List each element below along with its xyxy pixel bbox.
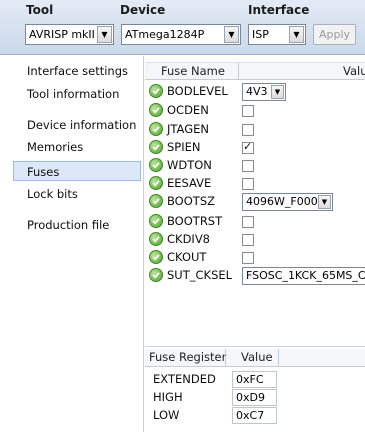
bodlevel-select[interactable]: 4V3 ▼	[242, 83, 286, 101]
fuse-name: BOOTRST	[167, 214, 223, 228]
tool-select-value: AVRISP mkII	[29, 28, 95, 41]
fuse-row-sut-cksel: SUT_CKSEL FSOSC_1KCK_65MS_CR	[145, 267, 365, 285]
sut-cksel-value: FSOSC_1KCK_65MS_CR	[246, 269, 365, 282]
sidebar-item-memories[interactable]: Memories	[0, 137, 141, 157]
fuse-name: JTAGEN	[167, 122, 209, 136]
ckdiv8-checkbox[interactable]	[242, 234, 254, 246]
check-ok-icon	[149, 84, 163, 98]
check-ok-icon	[149, 158, 163, 172]
fuse-name: BODLEVEL	[167, 84, 228, 98]
sidebar: Interface settings Tool information Devi…	[0, 56, 144, 432]
fuse-row-jtagen: JTAGEN	[145, 121, 365, 139]
fuse-register-table: Fuse Register Value EXTENDED 0xFC HIGH 0…	[145, 346, 365, 432]
register-row-low: LOW 0xC7	[145, 407, 365, 424]
interface-select[interactable]: ISP ▼	[248, 24, 306, 45]
chevron-down-icon[interactable]: ▼	[97, 26, 112, 43]
register-row-extended: EXTENDED 0xFC	[145, 371, 365, 388]
tool-label: Tool	[26, 3, 54, 17]
fuse-name: CKOUT	[167, 250, 207, 264]
chevron-down-icon[interactable]: ▼	[224, 26, 239, 43]
check-ok-icon	[149, 214, 163, 228]
fuse-row-bootsz: BOOTSZ 4096W_F000 ▼	[145, 193, 365, 211]
check-ok-icon	[149, 250, 163, 264]
fuse-row-ckout: CKOUT	[145, 249, 365, 267]
chevron-down-icon[interactable]: ▼	[271, 85, 284, 99]
check-ok-icon	[149, 232, 163, 246]
jtagen-checkbox[interactable]	[242, 124, 254, 136]
bootsz-value: 4096W_F000	[246, 195, 318, 208]
fuse-name: SPIEN	[167, 140, 201, 154]
check-ok-icon	[149, 176, 163, 190]
sut-cksel-select[interactable]: FSOSC_1KCK_65MS_CR	[242, 267, 365, 285]
fuse-name: BOOTSZ	[167, 194, 215, 208]
fuse-row-bodlevel: BODLEVEL 4V3 ▼	[145, 83, 365, 101]
fuse-name: WDTON	[167, 158, 212, 172]
ocden-checkbox[interactable]	[242, 105, 254, 117]
register-name: EXTENDED	[153, 372, 216, 386]
column-divider[interactable]	[225, 349, 226, 366]
interface-select-value: ISP	[252, 28, 269, 41]
fuse-row-ocden: OCDEN	[145, 102, 365, 120]
fuse-row-wdton: WDTON	[145, 157, 365, 175]
check-ok-icon	[149, 122, 163, 136]
column-divider[interactable]	[238, 63, 239, 80]
wdton-checkbox[interactable]	[242, 160, 254, 172]
device-select-value: ATmega1284P	[125, 28, 205, 41]
sidebar-item-lock-bits[interactable]: Lock bits	[0, 184, 141, 204]
sidebar-item-fuses[interactable]: Fuses	[13, 161, 141, 181]
fuse-table-header: Fuse Name Value	[145, 62, 365, 80]
sidebar-item-production-file[interactable]: Production file	[0, 215, 141, 235]
sidebar-item-tool-information[interactable]: Tool information	[0, 84, 141, 104]
register-name: LOW	[153, 408, 180, 422]
fuse-row-ckdiv8: CKDIV8	[145, 231, 365, 249]
column-header-fuse-register[interactable]: Fuse Register	[149, 349, 226, 366]
register-name: HIGH	[153, 390, 183, 404]
sidebar-item-device-information[interactable]: Device information	[0, 115, 141, 135]
device-select[interactable]: ATmega1284P ▼	[121, 24, 241, 45]
fuse-row-bootrst: BOOTRST	[145, 213, 365, 231]
fuse-name: SUT_CKSEL	[167, 268, 233, 282]
column-header-value[interactable]: Value	[343, 63, 365, 80]
check-ok-icon	[149, 103, 163, 117]
ckout-checkbox[interactable]	[242, 252, 254, 264]
check-ok-icon	[149, 268, 163, 282]
register-value-field[interactable]: 0xC7	[232, 407, 277, 424]
chevron-down-icon[interactable]: ▼	[289, 26, 304, 43]
fuse-name: OCDEN	[167, 103, 209, 117]
check-ok-icon	[149, 140, 163, 154]
column-divider[interactable]	[278, 349, 279, 366]
register-value-field[interactable]: 0xD9	[232, 389, 277, 406]
chevron-down-icon[interactable]: ▼	[318, 195, 331, 209]
fuse-name: CKDIV8	[167, 232, 211, 246]
fuse-name: EESAVE	[167, 176, 212, 190]
check-ok-icon	[149, 194, 163, 208]
tool-select[interactable]: AVRISP mkII ▼	[25, 24, 114, 45]
bootrst-checkbox[interactable]	[242, 216, 254, 228]
column-header-register-value[interactable]: Value	[241, 349, 273, 366]
eesave-checkbox[interactable]	[242, 178, 254, 190]
fuse-row-spien: SPIEN	[145, 139, 365, 157]
register-table-header: Fuse Register Value	[145, 349, 365, 367]
spien-checkbox[interactable]	[242, 140, 254, 154]
device-label: Device	[120, 3, 166, 17]
column-header-fuse-name[interactable]: Fuse Name	[161, 63, 225, 80]
register-row-high: HIGH 0xD9	[145, 389, 365, 406]
bootsz-select[interactable]: 4096W_F000 ▼	[242, 193, 333, 211]
bodlevel-value: 4V3	[246, 85, 268, 98]
toolbar: Tool Device Interface AVRISP mkII ▼ ATme…	[0, 0, 365, 55]
fuse-row-eesave: EESAVE	[145, 175, 365, 193]
interface-label: Interface	[248, 3, 310, 17]
sidebar-item-interface-settings[interactable]: Interface settings	[0, 61, 141, 81]
apply-button[interactable]: Apply	[313, 24, 356, 45]
register-value-field[interactable]: 0xFC	[232, 371, 277, 388]
fuse-table: Fuse Name Value BODLEVEL 4V3 ▼ OCDEN JTA…	[145, 58, 365, 341]
